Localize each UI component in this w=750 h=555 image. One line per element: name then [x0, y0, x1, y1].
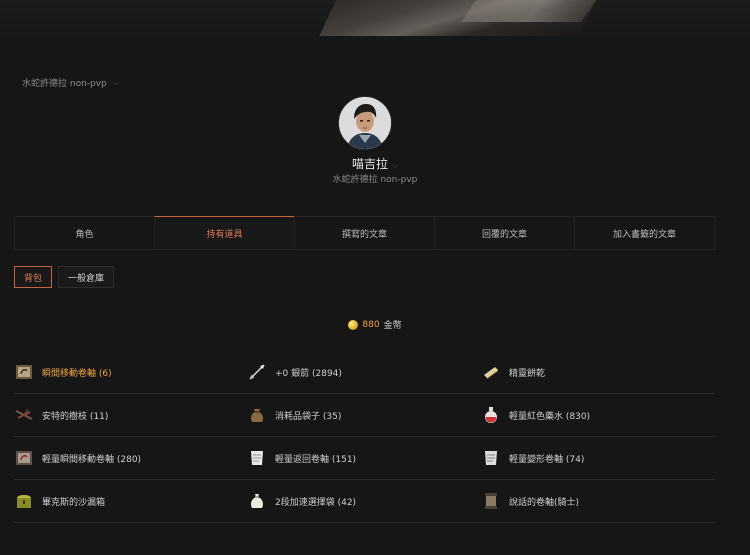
item-cell[interactable]: 輕量紅色藥水 (830): [481, 394, 715, 436]
character-name[interactable]: 喵吉拉 ⌵: [0, 155, 750, 172]
item-label: 說話的卷軸(騎士): [509, 497, 580, 508]
item-cell[interactable]: 說話的卷軸(騎士): [481, 480, 715, 522]
chevron-down-icon: ⌵: [391, 161, 399, 170]
gold-amount: 880: [362, 319, 380, 330]
item-row: 畢克斯的沙漏箱 2段加速選擇袋 (42) 說話的卷軸(騎士): [14, 480, 715, 523]
paper-scroll-icon: [481, 448, 501, 468]
talking-scroll-icon: [481, 491, 501, 511]
subtab-inventory[interactable]: 背包: [14, 266, 53, 288]
tab-bookmarked-posts[interactable]: 加入書籤的文章: [574, 217, 715, 249]
item-label: +0 銀箭 (2894): [275, 368, 342, 379]
scroll-icon: [14, 362, 34, 382]
tab-replied-posts[interactable]: 回覆的文章: [434, 217, 574, 249]
cookie-icon: [481, 362, 501, 382]
character-name-label: 喵吉拉: [351, 157, 388, 171]
item-cell[interactable]: 2段加速選擇袋 (42): [247, 480, 481, 522]
chest-icon: [14, 491, 34, 511]
potion-icon: [481, 405, 501, 425]
item-cell[interactable]: 消耗品袋子 (35): [247, 394, 481, 436]
item-cell[interactable]: 安特的樹枝 (11): [14, 394, 247, 436]
storage-subtabs: 背包 一般倉庫: [14, 266, 115, 288]
tab-owned-items[interactable]: 持有道具: [154, 216, 294, 249]
item-cell[interactable]: 瞬間移動卷軸 (6): [14, 351, 247, 393]
item-row: 安特的樹枝 (11) 消耗品袋子 (35) 輕量紅色藥水 (830): [14, 394, 715, 437]
item-label: 輕量返回卷軸 (151): [275, 454, 357, 465]
profile-tabs: 角色 持有道具 撰寫的文章 回覆的文章 加入書籤的文章: [14, 216, 715, 250]
arrow-icon: [247, 362, 267, 382]
item-cell[interactable]: 畢克斯的沙漏箱: [14, 480, 247, 522]
gold-balance: 880 金幣: [0, 318, 750, 331]
branch-icon: [14, 405, 34, 425]
server-selector[interactable]: 水蛇許德拉 non-pvp ⌵: [22, 76, 119, 90]
item-label: 消耗品袋子 (35): [275, 411, 342, 422]
sack-icon: [247, 491, 267, 511]
paper-scroll-icon: [247, 448, 267, 468]
gold-unit: 金幣: [383, 321, 402, 331]
character-avatar: [338, 96, 392, 150]
item-label: 2段加速選擇袋 (42): [275, 497, 357, 508]
item-label: 安特的樹枝 (11): [42, 411, 109, 422]
item-label: 輕量瞬間移動卷軸 (280): [42, 454, 142, 465]
server-selector-label: 水蛇許德拉 non-pvp: [22, 79, 107, 89]
item-cell[interactable]: 輕量返回卷軸 (151): [247, 437, 481, 479]
item-label: 輕量紅色藥水 (830): [509, 411, 591, 422]
subtab-warehouse[interactable]: 一般倉庫: [58, 266, 115, 288]
item-label: 輕量變形卷軸 (74): [509, 454, 585, 465]
item-label: 瞬間移動卷軸 (6): [42, 368, 112, 379]
item-cell[interactable]: 輕量變形卷軸 (74): [481, 437, 715, 479]
chevron-down-icon: ⌵: [112, 77, 119, 87]
item-label: 畢克斯的沙漏箱: [42, 497, 106, 508]
item-list: 瞬間移動卷軸 (6) +0 銀箭 (2894) 精靈餅乾 安特的樹枝 (11): [14, 351, 715, 523]
item-cell[interactable]: 輕量瞬間移動卷軸 (280): [14, 437, 247, 479]
header-banner: [0, 0, 750, 40]
coin-icon: [348, 319, 359, 330]
pouch-icon: [247, 405, 267, 425]
tab-character[interactable]: 角色: [14, 217, 154, 249]
item-row: 輕量瞬間移動卷軸 (280) 輕量返回卷軸 (151) 輕量變形卷軸 (74): [14, 437, 715, 480]
item-row: 瞬間移動卷軸 (6) +0 銀箭 (2894) 精靈餅乾: [14, 351, 715, 394]
banner-blade-highlight: [460, 0, 600, 22]
item-label: 精靈餅乾: [509, 368, 546, 379]
tab-written-posts[interactable]: 撰寫的文章: [294, 217, 434, 249]
item-cell[interactable]: +0 銀箭 (2894): [247, 351, 481, 393]
item-cell[interactable]: 精靈餅乾: [481, 351, 715, 393]
character-server: 水蛇許德拉 non-pvp: [332, 175, 418, 185]
scroll-icon: [14, 448, 34, 468]
